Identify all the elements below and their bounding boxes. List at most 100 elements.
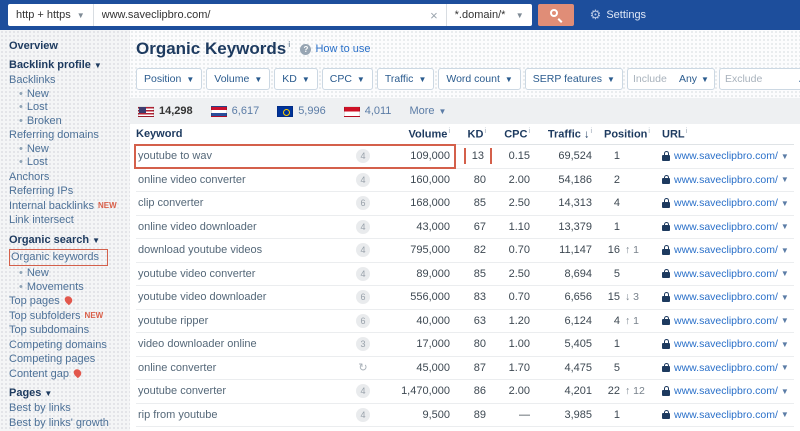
serp-features-badge[interactable]: 4 [356, 384, 370, 399]
serp-features-badge[interactable]: 4 [356, 149, 370, 164]
url-link[interactable]: www.saveclipbro.com/ [674, 244, 778, 256]
include-mode-dropdown[interactable]: Any ▼ [679, 73, 709, 85]
url-expand-caret[interactable]: ▼ [781, 222, 789, 231]
search-button[interactable] [537, 4, 574, 26]
sidebar-item-anchors[interactable]: Anchors [9, 170, 126, 185]
url-expand-caret[interactable]: ▼ [781, 199, 789, 208]
how-to-use-link[interactable]: ? How to use [300, 43, 370, 55]
chevron-down-icon: ▼ [438, 107, 447, 116]
url-link[interactable]: www.saveclipbro.com/ [674, 362, 778, 374]
position-cell: 15 ↓ 3 [607, 291, 640, 304]
filter-traffic-dropdown[interactable]: Traffic ▼ [376, 68, 435, 90]
url-link[interactable]: www.saveclipbro.com/ [674, 338, 778, 350]
country-tab-us[interactable]: 14,298 [138, 105, 193, 117]
sidebar-item-lost[interactable]: • Lost [9, 101, 126, 115]
url-expand-caret[interactable]: ▼ [781, 293, 789, 302]
settings-button[interactable]: ⚙ Settings [590, 7, 646, 23]
serp-features-badge[interactable]: 4 [356, 172, 370, 187]
sidebar-item-broken[interactable]: • Broken [9, 115, 126, 129]
country-tab-id[interactable]: 4,011 [343, 105, 391, 117]
url-link[interactable]: www.saveclipbro.com/ [674, 197, 778, 209]
serp-features-badge[interactable]: 4 [356, 219, 370, 234]
url-link[interactable]: www.saveclipbro.com/ [674, 174, 778, 186]
sidebar-item-top-subdomains[interactable]: Top subdomains [9, 323, 126, 338]
url-expand-caret[interactable]: ▼ [781, 340, 789, 349]
filter-cpc-dropdown[interactable]: CPC ▼ [321, 68, 373, 90]
url-expand-caret[interactable]: ▼ [781, 363, 789, 372]
column-header-traffic[interactable]: Traffic ↓i [536, 128, 598, 141]
url-expand-caret[interactable]: ▼ [781, 246, 789, 255]
sidebar-item-competing-pages[interactable]: Competing pages [9, 352, 126, 367]
filter-volume-dropdown[interactable]: Volume ▼ [206, 68, 271, 90]
sidebar-item-best-by-links-growth[interactable]: Best by links' growth [9, 416, 126, 431]
url-expand-caret[interactable]: ▼ [781, 387, 789, 396]
sidebar-item-internal-backlinks[interactable]: Internal backlinks NEW [9, 199, 126, 214]
protocol-dropdown[interactable]: http + https ▼ [8, 4, 94, 26]
sidebar-item-backlinks[interactable]: Backlinks [9, 73, 126, 88]
sidebar-item-new[interactable]: • New [9, 143, 126, 157]
filter-serp-features-dropdown[interactable]: SERP features ▼ [524, 68, 623, 90]
serp-features-badge[interactable]: 4 [356, 243, 370, 258]
chevron-down-icon: ▼ [701, 75, 709, 84]
url-expand-caret[interactable]: ▼ [781, 152, 789, 161]
column-header-kd[interactable]: KDi [456, 128, 492, 141]
sidebar-item-top-pages[interactable]: Top pages [9, 294, 126, 309]
sidebar-item-referring-domains[interactable]: Referring domains [9, 128, 126, 143]
serp-badge-cell: 3 [346, 337, 380, 352]
url-link[interactable]: www.saveclipbro.com/ [674, 268, 778, 280]
url-expand-caret[interactable]: ▼ [781, 316, 789, 325]
sidebar-item-pages[interactable]: Pages ▼ [9, 386, 126, 401]
serp-features-badge[interactable]: 6 [356, 313, 370, 328]
url-link[interactable]: www.saveclipbro.com/ [674, 221, 778, 233]
clear-input-icon[interactable]: × [428, 8, 440, 23]
sidebar-item-backlink-profile[interactable]: Backlink profile ▼ [9, 58, 126, 73]
sidebar-item-label: Link intersect [9, 214, 74, 226]
sidebar-item-new[interactable]: • New [9, 267, 126, 281]
serp-features-badge[interactable]: 6 [356, 196, 370, 211]
sidebar-item-link-intersect[interactable]: Link intersect [9, 213, 126, 228]
sidebar-item-content-gap[interactable]: Content gap [9, 367, 126, 382]
filter-kd-dropdown[interactable]: KD ▼ [274, 68, 318, 90]
url-link[interactable]: www.saveclipbro.com/ [674, 409, 778, 421]
serp-features-badge[interactable]: 3 [356, 337, 370, 352]
url-expand-caret[interactable]: ▼ [781, 269, 789, 278]
country-tab-nl[interactable]: 6,617 [210, 105, 259, 117]
url-link[interactable]: www.saveclipbro.com/ [674, 150, 778, 162]
country-tab-eu[interactable]: 5,996 [277, 105, 326, 117]
sidebar-item-referring-ips[interactable]: Referring IPs [9, 184, 126, 199]
sidebar-item-competing-domains[interactable]: Competing domains [9, 338, 126, 353]
target-mode-dropdown[interactable]: *.domain/* ▼ [445, 4, 532, 26]
ahrefs-organic-keywords-page: http + https ▼ × *.domain/* ▼ ⚙ Settings… [0, 0, 800, 431]
filter-word-count-dropdown[interactable]: Word count ▼ [438, 68, 521, 90]
topbar: http + https ▼ × *.domain/* ▼ ⚙ Settings [0, 0, 800, 30]
exclude-input[interactable] [724, 73, 800, 85]
sidebar-item-new[interactable]: • New [9, 88, 126, 102]
url-expand-caret[interactable]: ▼ [781, 410, 789, 419]
position-cell: 4 ↑ 1 [613, 314, 640, 327]
column-header-keyword[interactable]: Keyword [136, 128, 380, 140]
target-url-input[interactable] [101, 9, 429, 21]
sidebar-item-organic-search[interactable]: Organic search ▼ [9, 233, 126, 248]
column-header-url[interactable]: URLi [656, 128, 794, 141]
column-header-position[interactable]: Positioni [598, 128, 656, 141]
filter-position-dropdown[interactable]: Position ▼ [136, 68, 203, 90]
sidebar-item-lost[interactable]: • Lost [9, 156, 126, 170]
refresh-icon[interactable]: ↻ [358, 361, 367, 374]
sidebar-item-organic-keywords[interactable]: Organic keywords [9, 248, 126, 268]
sidebar-item-best-by-links[interactable]: Best by links [9, 401, 126, 416]
serp-features-badge[interactable]: 4 [356, 407, 370, 422]
column-header-volume[interactable]: Volumei [380, 128, 456, 141]
column-header-cpc[interactable]: CPCi [492, 128, 536, 141]
sidebar-item-overview[interactable]: Overview [9, 39, 126, 53]
url-link[interactable]: www.saveclipbro.com/ [674, 291, 778, 303]
url-link[interactable]: www.saveclipbro.com/ [674, 315, 778, 327]
url-expand-caret[interactable]: ▼ [781, 175, 789, 184]
serp-features-badge[interactable]: 6 [356, 290, 370, 305]
include-input[interactable] [632, 73, 679, 85]
sidebar-item-top-subfolders[interactable]: Top subfolders NEW [9, 309, 126, 324]
url-link[interactable]: www.saveclipbro.com/ [674, 385, 778, 397]
more-countries-dropdown[interactable]: More ▼ [409, 105, 446, 117]
traffic-cell: 13,379 [558, 220, 592, 233]
sidebar-item-movements[interactable]: • Movements [9, 281, 126, 295]
serp-features-badge[interactable]: 4 [356, 266, 370, 281]
